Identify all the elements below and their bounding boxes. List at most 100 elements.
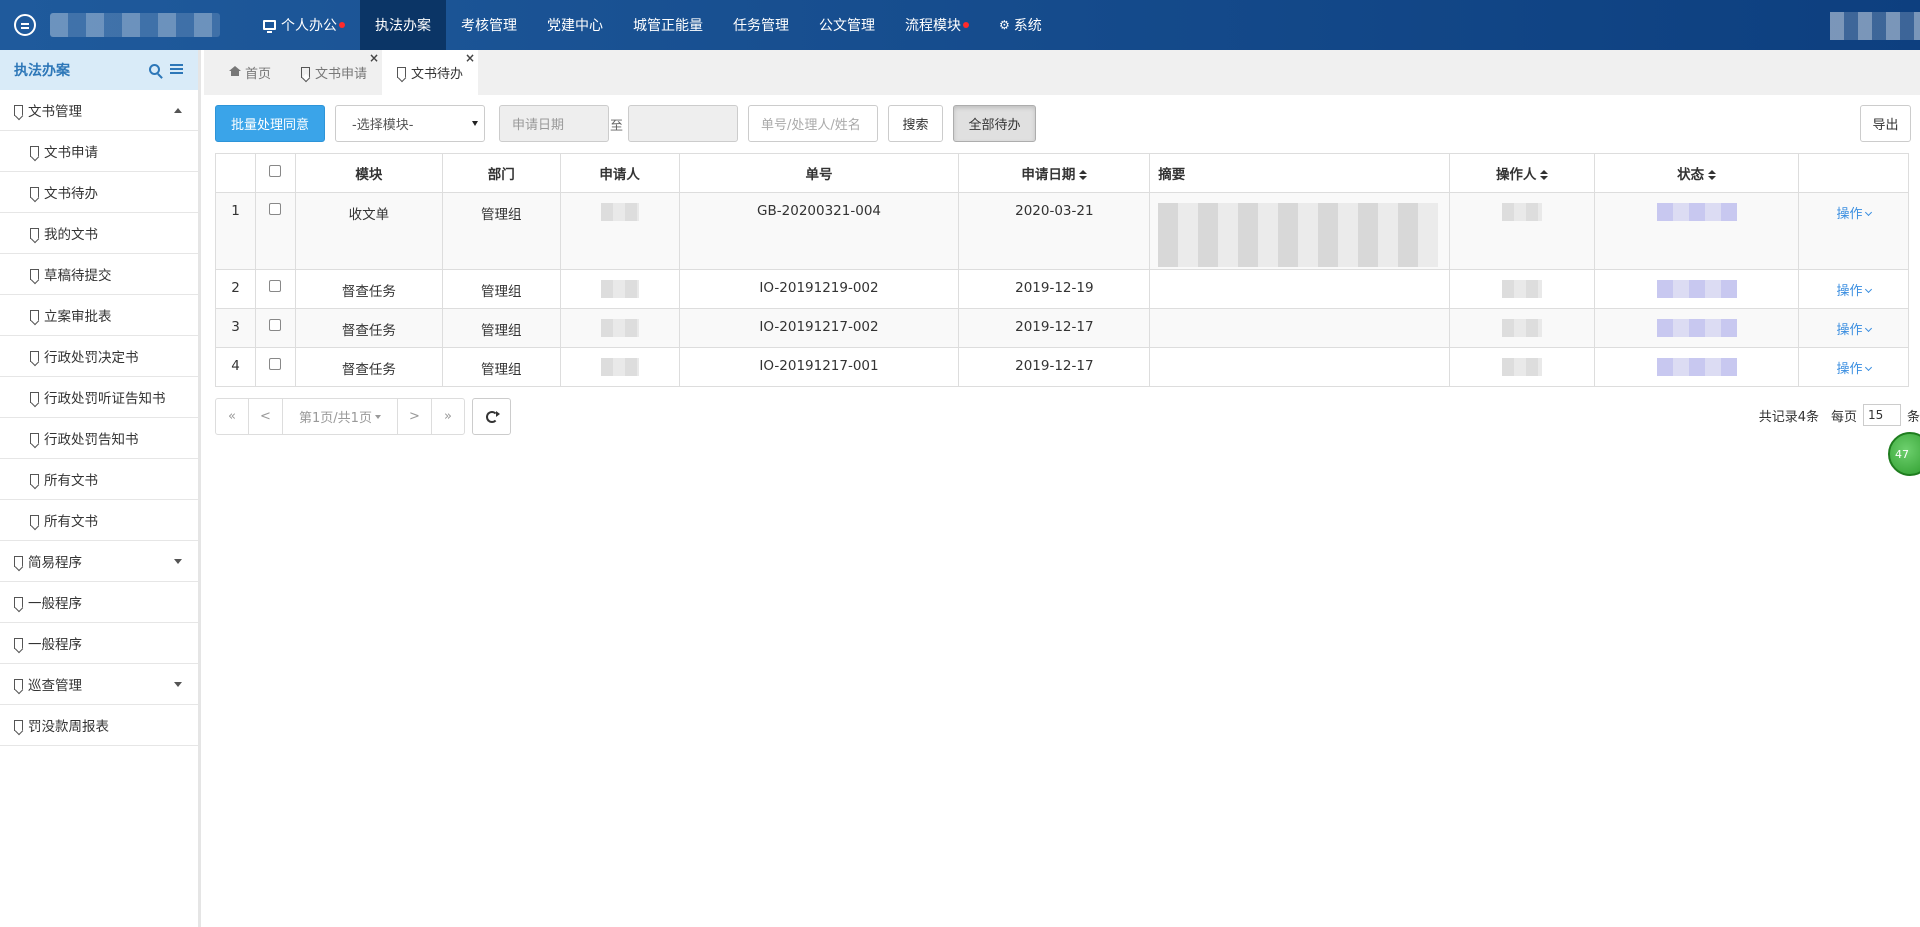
select-all-checkbox[interactable] — [269, 165, 282, 177]
row-module: 督查任务 — [294, 308, 443, 348]
sidebar-item-penalty-notice[interactable]: 行政处罚告知书 — [0, 418, 198, 459]
sidebar-item-penalty-decision[interactable]: 行政处罚决定书 — [0, 336, 198, 377]
tab-document-apply[interactable]: 文书申请 × — [286, 50, 382, 95]
bookmark-icon — [14, 678, 23, 690]
row-summary — [1149, 308, 1451, 348]
last-page-button[interactable]: » — [431, 398, 465, 435]
sidebar-group-documents[interactable]: 文书管理 — [0, 90, 198, 131]
notification-dot — [339, 22, 345, 28]
search-icon[interactable] — [149, 64, 160, 75]
row-checkbox[interactable] — [269, 280, 282, 292]
row-module: 督查任务 — [294, 269, 443, 309]
bookmark-icon — [30, 268, 39, 280]
sidebar-item-all-documents[interactable]: 所有文书 — [0, 459, 198, 500]
sidebar-item-general-procedure[interactable]: 一般程序 — [0, 582, 198, 623]
row-checkbox[interactable] — [269, 319, 282, 331]
row-summary — [1149, 269, 1451, 309]
close-icon[interactable]: × — [465, 51, 475, 65]
sidebar-item-fine-weekly-report[interactable]: 罚没款周报表 — [0, 705, 198, 746]
nav-positive-energy[interactable]: 城管正能量 — [618, 0, 718, 50]
sidebar-item-all-documents-2[interactable]: 所有文书 — [0, 500, 198, 541]
sort-icon — [1079, 170, 1088, 180]
col-summary: 摘要 — [1149, 153, 1451, 193]
col-status[interactable]: 状态 — [1594, 153, 1800, 193]
row-number: GB-20200321-004 — [678, 192, 960, 270]
sidebar-item-hearing-notice[interactable]: 行政处罚听证告知书 — [0, 377, 198, 418]
sidebar-group-inspection[interactable]: 巡查管理 — [0, 664, 198, 705]
sidebar-item-case-approval[interactable]: 立案审批表 — [0, 295, 198, 336]
redacted-operator — [1502, 319, 1543, 337]
close-icon[interactable]: × — [369, 51, 379, 65]
action-dropdown[interactable]: 操作 — [1837, 284, 1872, 299]
row-applicant — [559, 308, 680, 348]
sidebar-item-document-apply[interactable]: 文书申请 — [0, 131, 198, 172]
row-summary — [1149, 347, 1451, 387]
action-dropdown[interactable]: 操作 — [1837, 362, 1872, 377]
refresh-icon — [485, 410, 500, 423]
nav-law-enforcement[interactable]: 执法办案 — [360, 0, 446, 50]
row-number: IO-20191219-002 — [678, 269, 960, 309]
row-applicant — [559, 269, 680, 309]
module-select[interactable]: -选择模块- — [335, 105, 485, 142]
row-checkbox[interactable] — [269, 358, 282, 370]
table-row[interactable]: 1 收文单 管理组 GB-20200321-004 2020-03-21 操作 — [215, 192, 1909, 270]
row-status — [1594, 192, 1800, 270]
nav-task-management[interactable]: 任务管理 — [718, 0, 804, 50]
search-button[interactable]: 搜索 — [888, 105, 943, 142]
floating-badge[interactable]: 47 — [1888, 432, 1920, 476]
sort-icon — [1708, 170, 1717, 180]
row-index: 4 — [215, 347, 256, 387]
table-row[interactable]: 2 督查任务 管理组 IO-20191219-002 2019-12-19 操作 — [215, 269, 1909, 309]
row-dept: 管理组 — [441, 308, 561, 348]
export-button[interactable]: 导出 — [1860, 105, 1911, 142]
nav-party-center[interactable]: 党建中心 — [532, 0, 618, 50]
batch-approve-button[interactable]: 批量处理同意 — [215, 105, 325, 142]
next-page-button[interactable]: > — [397, 398, 432, 435]
table-row[interactable]: 3 督查任务 管理组 IO-20191217-002 2019-12-17 操作 — [215, 308, 1909, 348]
col-operator[interactable]: 操作人 — [1449, 153, 1596, 193]
sidebar-item-general-procedure-2[interactable]: 一般程序 — [0, 623, 198, 664]
action-dropdown[interactable]: 操作 — [1837, 323, 1872, 338]
date-end-input[interactable] — [628, 105, 738, 142]
col-date[interactable]: 申请日期 — [958, 153, 1151, 193]
nav-assessment[interactable]: 考核管理 — [446, 0, 532, 50]
col-applicant: 申请人 — [559, 153, 680, 193]
row-index: 1 — [215, 192, 256, 270]
row-number: IO-20191217-001 — [678, 347, 960, 387]
row-number: IO-20191217-002 — [678, 308, 960, 348]
first-page-button[interactable]: « — [215, 398, 249, 435]
row-actions: 操作 — [1798, 308, 1909, 348]
chat-icon[interactable] — [14, 14, 36, 36]
table-row[interactable]: 4 督查任务 管理组 IO-20191217-001 2019-12-17 操作 — [215, 347, 1909, 387]
row-actions: 操作 — [1798, 269, 1909, 309]
nav-personal-office[interactable]: 个人办公 — [248, 0, 360, 50]
caret-up-icon — [174, 108, 182, 113]
sidebar-item-my-documents[interactable]: 我的文书 — [0, 213, 198, 254]
sidebar-item-document-todo[interactable]: 文书待办 — [0, 172, 198, 213]
action-dropdown[interactable]: 操作 — [1837, 207, 1872, 222]
prev-page-button[interactable]: < — [248, 398, 283, 435]
nav-workflow[interactable]: 流程模块 — [890, 0, 984, 50]
tab-document-todo[interactable]: 文书待办 × — [382, 50, 479, 95]
bookmark-icon — [30, 514, 39, 526]
col-select — [254, 153, 296, 193]
row-checkbox[interactable] — [269, 203, 282, 215]
row-date: 2020-03-21 — [958, 192, 1151, 270]
page-select[interactable]: 第1页/共1页 — [282, 398, 398, 435]
per-page-input[interactable]: 15 — [1862, 404, 1901, 426]
row-applicant — [559, 347, 680, 387]
sidebar-group-simple-procedure[interactable]: 简易程序 — [0, 541, 198, 582]
nav-system[interactable]: ⚙ 系统 — [984, 0, 1057, 50]
notification-dot — [963, 22, 969, 28]
todo-table: 模块 部门 申请人 单号 申请日期 摘要 操作人 状态 1 收文单 管理组 GB… — [215, 153, 1909, 387]
tab-home[interactable]: 首页 — [214, 50, 286, 95]
refresh-button[interactable] — [472, 398, 511, 435]
search-input[interactable]: 单号/处理人/姓名 — [748, 105, 878, 142]
menu-icon[interactable] — [170, 64, 183, 66]
sidebar-item-drafts[interactable]: 草稿待提交 — [0, 254, 198, 295]
all-todo-button[interactable]: 全部待办 — [953, 105, 1036, 142]
user-menu-redacted[interactable] — [1830, 12, 1920, 40]
nav-document-management[interactable]: 公文管理 — [804, 0, 890, 50]
bookmark-icon — [30, 309, 39, 321]
date-start-input[interactable]: 申请日期 — [499, 105, 609, 142]
